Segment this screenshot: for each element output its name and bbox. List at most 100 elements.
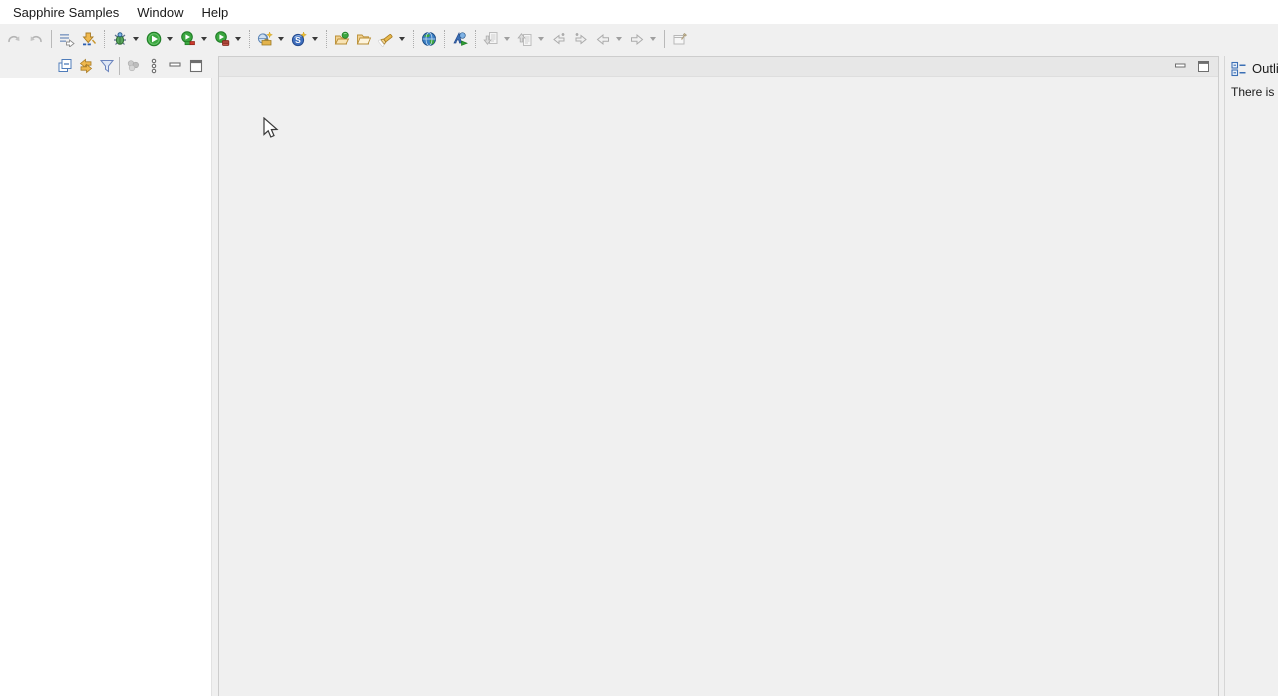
debug-button[interactable] bbox=[109, 28, 131, 50]
web-browser-icon bbox=[421, 31, 437, 47]
left-view-maximize-button[interactable] bbox=[185, 55, 206, 76]
app-window: { "menu": { "items": [ { "label": "Sapph… bbox=[0, 0, 1278, 696]
external-tools-icon bbox=[452, 31, 468, 47]
previous-annotation-icon bbox=[517, 31, 533, 47]
run-button[interactable] bbox=[143, 28, 165, 50]
editor-canvas[interactable] bbox=[219, 78, 1218, 696]
minimize-icon bbox=[1174, 60, 1187, 73]
forward-icon bbox=[629, 31, 645, 47]
debug-dropdown[interactable] bbox=[131, 28, 140, 50]
lines-arrow-icon bbox=[59, 31, 75, 47]
previous-annotation-dropdown[interactable] bbox=[536, 28, 545, 50]
toolbar-separator bbox=[444, 30, 445, 48]
toolbar-separator bbox=[249, 30, 250, 48]
open-resource-button[interactable] bbox=[331, 28, 353, 50]
maximize-icon bbox=[188, 58, 204, 74]
previous-annotation-button[interactable] bbox=[514, 28, 536, 50]
debug-icon bbox=[112, 31, 128, 47]
undo-button[interactable] bbox=[3, 28, 25, 50]
left-view-panel bbox=[0, 53, 213, 696]
editor-maximize-button[interactable] bbox=[1196, 60, 1210, 74]
last-edit-back-icon bbox=[551, 31, 567, 47]
convert-arrows-icon bbox=[81, 31, 97, 47]
toolbar-separator bbox=[326, 30, 327, 48]
profile-dropdown[interactable] bbox=[233, 28, 242, 50]
pin-editor-button[interactable] bbox=[669, 28, 691, 50]
link-with-editor-icon bbox=[78, 58, 94, 74]
redo-button[interactable] bbox=[25, 28, 47, 50]
maximize-icon bbox=[1197, 60, 1210, 73]
new-wizard-dropdown[interactable] bbox=[276, 28, 285, 50]
outline-view-panel: Outline There is no outline. bbox=[1228, 56, 1278, 696]
menu-window[interactable]: Window bbox=[128, 2, 192, 23]
right-sash[interactable] bbox=[1224, 56, 1225, 696]
undo-icon bbox=[6, 31, 22, 47]
editor-minimize-button[interactable] bbox=[1173, 60, 1187, 74]
forward-dropdown[interactable] bbox=[648, 28, 657, 50]
convert-arrows-button[interactable] bbox=[78, 28, 100, 50]
run-dropdown[interactable] bbox=[165, 28, 174, 50]
redo-icon bbox=[28, 31, 44, 47]
menu-help[interactable]: Help bbox=[192, 2, 237, 23]
last-edit-forward-button[interactable] bbox=[570, 28, 592, 50]
back-button[interactable] bbox=[592, 28, 614, 50]
toolbar-separator bbox=[413, 30, 414, 48]
collapse-all-icon bbox=[57, 58, 73, 74]
new-wizard-button[interactable] bbox=[254, 28, 276, 50]
lines-arrow-button[interactable] bbox=[56, 28, 78, 50]
last-edit-back-button[interactable] bbox=[548, 28, 570, 50]
left-view-toolbar bbox=[0, 53, 213, 78]
profile-icon bbox=[214, 31, 230, 47]
search-dropdown[interactable] bbox=[397, 28, 406, 50]
view-menu-icon bbox=[146, 58, 162, 74]
back-icon bbox=[595, 31, 611, 47]
open-folder-icon bbox=[356, 31, 372, 47]
toolbar-separator bbox=[104, 30, 105, 48]
outline-view-title: Outline bbox=[1252, 61, 1278, 76]
coverage-dropdown[interactable] bbox=[199, 28, 208, 50]
next-annotation-icon bbox=[483, 31, 499, 47]
coverage-button[interactable] bbox=[177, 28, 199, 50]
open-resource-icon bbox=[334, 31, 350, 47]
collapse-all-button[interactable] bbox=[54, 55, 75, 76]
open-folder-button[interactable] bbox=[353, 28, 375, 50]
next-annotation-dropdown[interactable] bbox=[502, 28, 511, 50]
sapphire-sample-icon: S bbox=[291, 31, 307, 47]
left-view-minimize-button[interactable] bbox=[164, 55, 185, 76]
left-view-content[interactable] bbox=[0, 78, 212, 696]
toolbar-separator bbox=[475, 30, 476, 48]
filter-button[interactable] bbox=[96, 55, 117, 76]
back-dropdown[interactable] bbox=[614, 28, 623, 50]
forward-button[interactable] bbox=[626, 28, 648, 50]
link-with-editor-button[interactable] bbox=[75, 55, 96, 76]
outline-empty-message: There is no outline. bbox=[1228, 78, 1278, 99]
toolbar-separator bbox=[119, 57, 120, 75]
pin-editor-icon bbox=[672, 31, 688, 47]
mouse-cursor bbox=[263, 117, 279, 145]
focus-button[interactable] bbox=[122, 55, 143, 76]
search-button[interactable] bbox=[375, 28, 397, 50]
outline-icon bbox=[1231, 61, 1247, 77]
web-browser-button[interactable] bbox=[418, 28, 440, 50]
view-menu-button[interactable] bbox=[143, 55, 164, 76]
editor-area bbox=[218, 56, 1219, 696]
sapphire-sample-button[interactable]: S bbox=[288, 28, 310, 50]
run-icon bbox=[146, 31, 162, 47]
editor-tabstrip bbox=[219, 57, 1218, 77]
sapphire-sample-dropdown[interactable] bbox=[310, 28, 319, 50]
toolbar-separator bbox=[664, 30, 665, 48]
toolbar-separator bbox=[51, 30, 52, 48]
outline-view-tab[interactable]: Outline bbox=[1228, 56, 1278, 78]
search-icon bbox=[378, 31, 394, 47]
menu-sapphire-samples[interactable]: Sapphire Samples bbox=[4, 2, 128, 23]
filter-icon bbox=[99, 58, 115, 74]
minimize-icon bbox=[167, 58, 183, 74]
external-tools-button[interactable] bbox=[449, 28, 471, 50]
svg-text:S: S bbox=[295, 35, 301, 45]
profile-button[interactable] bbox=[211, 28, 233, 50]
main-toolbar: S bbox=[0, 24, 1278, 53]
new-wizard-icon bbox=[257, 31, 273, 47]
menubar: Sapphire Samples Window Help bbox=[0, 0, 1278, 24]
next-annotation-button[interactable] bbox=[480, 28, 502, 50]
focus-icon bbox=[125, 58, 141, 74]
